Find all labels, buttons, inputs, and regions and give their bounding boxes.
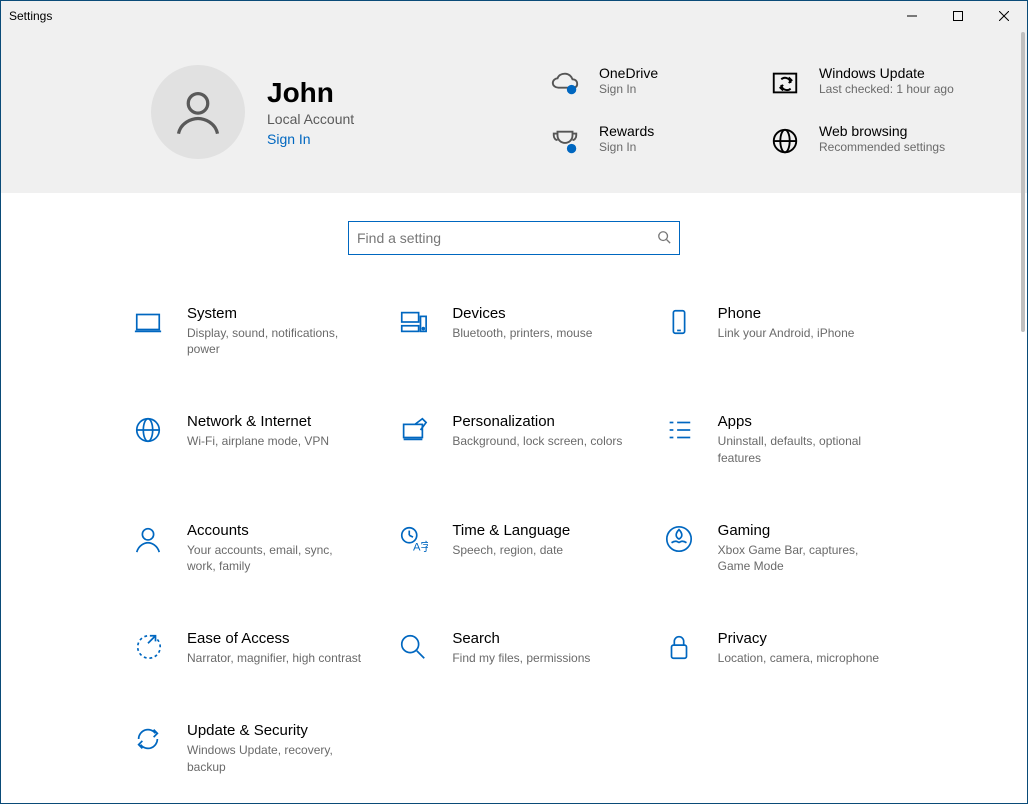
category-time-language[interactable]: A字 Time & Language Speech, region, date: [396, 522, 631, 574]
settings-header: John Local Account Sign In OneDrive Sign…: [1, 31, 1027, 193]
category-subtitle: Bluetooth, printers, mouse: [452, 325, 592, 341]
category-privacy[interactable]: Privacy Location, camera, microphone: [662, 630, 897, 666]
category-title: Privacy: [718, 630, 879, 647]
search-icon: [657, 230, 671, 247]
network-icon: [131, 413, 165, 447]
category-devices[interactable]: Devices Bluetooth, printers, mouse: [396, 305, 631, 357]
settings-main: System Display, sound, notifications, pow…: [1, 193, 1027, 775]
category-title: System: [187, 305, 362, 322]
profile-section: John Local Account Sign In: [151, 65, 511, 159]
phone-icon: [662, 305, 696, 339]
scrollbar[interactable]: [1021, 32, 1025, 332]
category-subtitle: Speech, region, date: [452, 542, 570, 558]
category-title: Update & Security: [187, 722, 362, 739]
search-category-icon: [396, 630, 430, 664]
category-subtitle: Your accounts, email, sync, work, family: [187, 542, 362, 574]
user-icon: [172, 86, 224, 138]
gaming-icon: [662, 522, 696, 556]
minimize-button[interactable]: [889, 1, 935, 31]
category-title: Time & Language: [452, 522, 570, 539]
category-subtitle: Narrator, magnifier, high contrast: [187, 650, 361, 666]
category-subtitle: Xbox Game Bar, captures, Game Mode: [718, 542, 893, 574]
category-system[interactable]: System Display, sound, notifications, pow…: [131, 305, 366, 357]
profile-name: John: [267, 77, 354, 109]
update-security-icon: [131, 722, 165, 756]
search-input[interactable]: [357, 230, 657, 246]
windows-update-icon: [767, 65, 803, 101]
category-subtitle: Background, lock screen, colors: [452, 433, 622, 449]
category-network[interactable]: Network & Internet Wi-Fi, airplane mode, …: [131, 413, 366, 465]
category-search[interactable]: Search Find my files, permissions: [396, 630, 631, 666]
personalization-icon: [396, 413, 430, 447]
category-phone[interactable]: Phone Link your Android, iPhone: [662, 305, 897, 357]
tile-subtitle: Last checked: 1 hour ago: [819, 82, 954, 98]
tile-web-browsing[interactable]: Web browsing Recommended settings: [767, 123, 967, 159]
ease-of-access-icon: [131, 630, 165, 664]
category-subtitle: Windows Update, recovery, backup: [187, 742, 362, 774]
globe-icon: [767, 123, 803, 159]
category-title: Ease of Access: [187, 630, 361, 647]
svg-text:A字: A字: [413, 539, 428, 553]
category-title: Gaming: [718, 522, 893, 539]
close-button[interactable]: [981, 1, 1027, 31]
apps-icon: [662, 413, 696, 447]
rewards-icon: [547, 123, 583, 159]
profile-account-type: Local Account: [267, 111, 354, 127]
category-ease-of-access[interactable]: Ease of Access Narrator, magnifier, high …: [131, 630, 366, 666]
search-box[interactable]: [348, 221, 680, 255]
category-title: Apps: [718, 413, 893, 430]
onedrive-icon: [547, 65, 583, 101]
tile-subtitle: Recommended settings: [819, 140, 945, 156]
category-subtitle: Location, camera, microphone: [718, 650, 879, 666]
tile-title: Web browsing: [819, 123, 945, 139]
category-title: Phone: [718, 305, 855, 322]
system-icon: [131, 305, 165, 339]
category-title: Personalization: [452, 413, 622, 430]
tile-rewards[interactable]: Rewards Sign In: [547, 123, 747, 159]
accounts-icon: [131, 522, 165, 556]
profile-text: John Local Account Sign In: [267, 77, 354, 147]
privacy-icon: [662, 630, 696, 664]
avatar: [151, 65, 245, 159]
window-title: Settings: [9, 9, 52, 23]
tile-subtitle: Sign In: [599, 82, 658, 98]
category-title: Network & Internet: [187, 413, 329, 430]
profile-signin-link[interactable]: Sign In: [267, 131, 354, 147]
category-title: Devices: [452, 305, 592, 322]
category-subtitle: Uninstall, defaults, optional features: [718, 433, 893, 465]
tile-subtitle: Sign In: [599, 140, 654, 156]
tile-title: OneDrive: [599, 65, 658, 81]
category-subtitle: Find my files, permissions: [452, 650, 590, 666]
tile-title: Windows Update: [819, 65, 954, 81]
category-title: Search: [452, 630, 590, 647]
tile-windows-update[interactable]: Windows Update Last checked: 1 hour ago: [767, 65, 967, 101]
window-controls: [889, 1, 1027, 31]
category-title: Accounts: [187, 522, 362, 539]
category-apps[interactable]: Apps Uninstall, defaults, optional featur…: [662, 413, 897, 465]
category-subtitle: Link your Android, iPhone: [718, 325, 855, 341]
category-subtitle: Wi-Fi, airplane mode, VPN: [187, 433, 329, 449]
maximize-button[interactable]: [935, 1, 981, 31]
category-subtitle: Display, sound, notifications, power: [187, 325, 362, 357]
time-language-icon: A字: [396, 522, 430, 556]
category-gaming[interactable]: Gaming Xbox Game Bar, captures, Game Mode: [662, 522, 897, 574]
category-update-security[interactable]: Update & Security Windows Update, recover…: [131, 722, 366, 774]
categories-grid: System Display, sound, notifications, pow…: [1, 255, 1027, 775]
tile-title: Rewards: [599, 123, 654, 139]
category-personalization[interactable]: Personalization Background, lock screen, …: [396, 413, 631, 465]
category-accounts[interactable]: Accounts Your accounts, email, sync, work…: [131, 522, 366, 574]
titlebar: Settings: [1, 1, 1027, 31]
tile-onedrive[interactable]: OneDrive Sign In: [547, 65, 747, 101]
header-tiles: OneDrive Sign In Windows Update Last che…: [547, 65, 967, 159]
devices-icon: [396, 305, 430, 339]
